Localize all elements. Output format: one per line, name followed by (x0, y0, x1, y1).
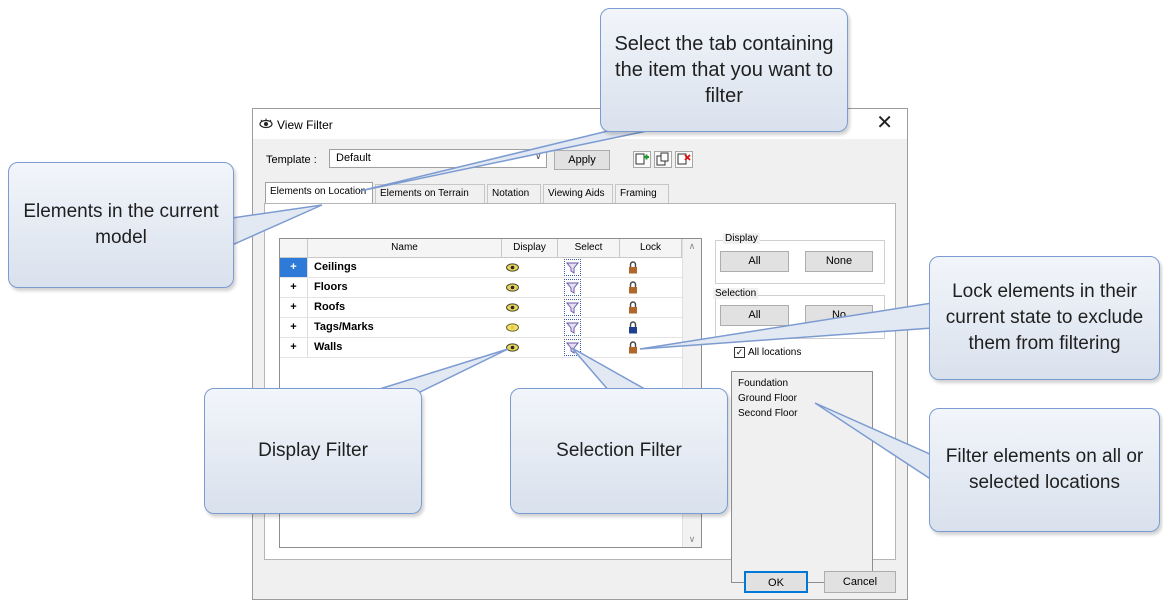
tab-callout-pointer (359, 121, 691, 192)
callout-selection-filter: Selection Filter (510, 388, 728, 514)
locations-callout-pointer (814, 402, 933, 482)
callout-locations: Filter elements on all or selected locat… (929, 408, 1160, 532)
selection-callout-pointer (571, 347, 653, 393)
display-callout-pointer (369, 348, 509, 393)
elements-callout-pointer (231, 204, 323, 247)
lock-callout-pointer (639, 302, 933, 350)
callout-tab: Select the tab containing the item that … (600, 8, 848, 132)
callout-elements: Elements in the current model (8, 162, 234, 288)
callout-display-filter: Display Filter (204, 388, 422, 514)
callout-lock: Lock elements in their current state to … (929, 256, 1160, 380)
